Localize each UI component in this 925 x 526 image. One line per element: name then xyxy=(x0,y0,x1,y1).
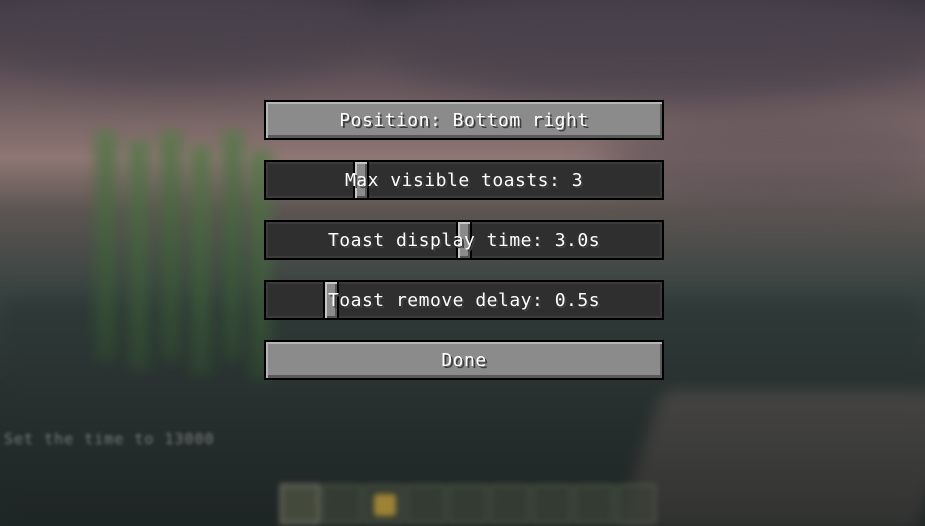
hotbar-slot xyxy=(406,484,446,524)
max-visible-toasts-slider[interactable]: Max visible toasts: 3 xyxy=(264,160,664,200)
done-button-label: Done xyxy=(441,349,487,371)
toast-remove-delay-slider[interactable]: Toast remove delay: 0.5s xyxy=(264,280,664,320)
toast-display-time-label: Toast display time: 3.0s xyxy=(327,229,601,251)
hotbar-slot xyxy=(616,484,656,524)
hotbar-slot xyxy=(574,484,614,524)
hotbar-slot xyxy=(280,484,320,524)
toast-remove-delay-label: Toast remove delay: 0.5s xyxy=(327,289,601,311)
position-button-label: Position: Bottom right xyxy=(339,109,589,131)
toast-display-time-slider[interactable]: Toast display time: 3.0s xyxy=(264,220,664,260)
hotbar-slot xyxy=(448,484,488,524)
hotbar-slot xyxy=(490,484,530,524)
done-button[interactable]: Done xyxy=(264,340,664,380)
max-visible-toasts-label: Max visible toasts: 3 xyxy=(344,169,584,191)
game-world-background: Set the time to 13000 xyxy=(0,0,925,526)
hotbar-slot xyxy=(532,484,572,524)
position-button[interactable]: Position: Bottom right xyxy=(264,100,664,140)
chat-message: Set the time to 13000 xyxy=(4,430,215,448)
item-icon xyxy=(374,494,396,516)
hotbar-slot xyxy=(322,484,362,524)
hotbar xyxy=(280,484,656,526)
hotbar-slot xyxy=(364,484,404,524)
